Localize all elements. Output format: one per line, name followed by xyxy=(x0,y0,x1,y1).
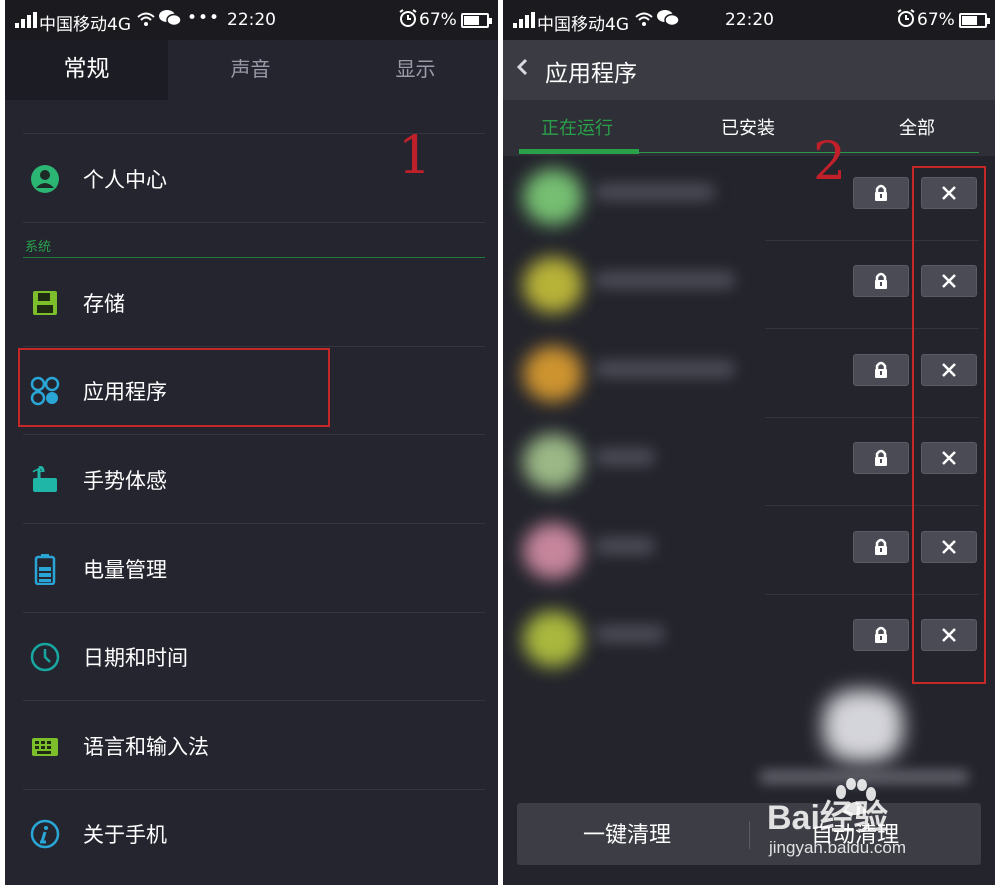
app-name xyxy=(595,625,665,643)
wechat-icon xyxy=(159,9,182,32)
carrier-label: 中国移动4G xyxy=(39,15,131,35)
status-time: 22:20 xyxy=(227,10,276,30)
app-name xyxy=(595,448,655,466)
tab-display[interactable]: 显示 xyxy=(333,40,498,100)
storage-icon xyxy=(33,291,57,315)
wifi-icon xyxy=(635,11,653,30)
app-icon xyxy=(523,257,583,313)
divider xyxy=(749,821,750,849)
app-icon xyxy=(523,523,583,579)
blurred-image xyxy=(823,690,903,762)
status-bar: 中国移动4G 22:20 67% xyxy=(503,0,995,40)
battery-icon xyxy=(461,13,492,28)
back-icon[interactable] xyxy=(515,54,535,84)
status-time: 22:20 xyxy=(725,10,774,30)
lock-button[interactable] xyxy=(853,265,909,297)
person-icon xyxy=(31,165,59,193)
lock-button[interactable] xyxy=(853,531,909,563)
app-tabs: 正在运行 已安装 全部 xyxy=(503,100,995,156)
info-icon xyxy=(30,819,60,849)
app-icon xyxy=(523,169,583,225)
tab-general[interactable]: 常规 xyxy=(5,40,168,100)
carrier-label: 中国移动4G xyxy=(537,15,629,35)
settings-item-gestures[interactable]: 手势体感 xyxy=(23,436,485,524)
gesture-icon xyxy=(32,466,57,492)
lock-button[interactable] xyxy=(853,442,909,474)
one-click-clean-button[interactable]: 一键清理 xyxy=(583,817,671,849)
battery-manage-icon xyxy=(34,554,56,585)
app-icon xyxy=(523,434,583,490)
lock-icon xyxy=(875,626,887,643)
app-name xyxy=(595,271,735,289)
app-name xyxy=(595,360,735,378)
lock-button[interactable] xyxy=(853,619,909,651)
lock-icon xyxy=(875,361,887,378)
lock-icon xyxy=(875,184,887,201)
battery-percent: 67% xyxy=(419,10,457,30)
settings-item-storage[interactable]: 存储 xyxy=(23,259,485,347)
settings-item-label: 日期和时间 xyxy=(83,646,188,670)
more-icon: ••• xyxy=(187,8,221,28)
section-label-system: 系统 xyxy=(25,240,52,255)
annotation-step: 1 xyxy=(398,126,432,186)
watermark-brand: Bai经验 xyxy=(767,799,888,837)
app-name xyxy=(595,537,655,555)
settings-item-label: 关于手机 xyxy=(83,823,167,847)
app-icon xyxy=(523,611,583,667)
alarm-icon xyxy=(897,9,915,32)
settings-tabs: 常规 声音 显示 xyxy=(5,40,498,100)
watermark: Bai经验 jingyan.baidu.com xyxy=(765,776,955,866)
page-title: 应用程序 xyxy=(545,61,637,87)
annotation-step: 2 xyxy=(813,132,847,192)
battery-percent: 67% xyxy=(917,10,955,30)
app-header: 应用程序 xyxy=(503,40,995,100)
settings-item-label: 存储 xyxy=(83,292,125,316)
tab-running[interactable]: 正在运行 xyxy=(541,114,613,140)
settings-item-label: 电量管理 xyxy=(83,558,167,582)
signal-icon xyxy=(15,12,37,28)
clock-icon xyxy=(30,642,60,672)
keyboard-icon xyxy=(32,738,58,756)
wifi-icon xyxy=(137,11,155,30)
app-icon xyxy=(523,346,583,402)
status-bar: 中国移动4G ••• 22:20 67% xyxy=(5,0,498,40)
settings-screen: 中国移动4G ••• 22:20 67% 常规 声音 显示 个人中心 系统 存储… xyxy=(5,0,498,885)
signal-icon xyxy=(513,12,535,28)
settings-item-about[interactable]: 关于手机 xyxy=(23,790,485,878)
wechat-icon xyxy=(657,9,680,32)
lock-button[interactable] xyxy=(853,177,909,209)
highlight-box xyxy=(912,166,986,684)
watermark-url: jingyan.baidu.com xyxy=(769,838,907,857)
settings-item-label: 语言和输入法 xyxy=(83,735,209,759)
tab-installed[interactable]: 已安装 xyxy=(721,114,775,140)
lock-icon xyxy=(875,538,887,555)
tab-sound[interactable]: 声音 xyxy=(169,40,332,100)
highlight-box xyxy=(18,348,330,427)
settings-item-label: 个人中心 xyxy=(83,168,167,192)
alarm-icon xyxy=(399,9,417,32)
lock-icon xyxy=(875,449,887,466)
tab-all[interactable]: 全部 xyxy=(899,114,935,140)
battery-icon xyxy=(959,13,990,28)
app-name xyxy=(595,183,715,201)
section-divider xyxy=(23,257,485,258)
settings-item-language[interactable]: 语言和输入法 xyxy=(23,702,485,790)
settings-item-label: 手势体感 xyxy=(83,469,167,493)
settings-item-date-time[interactable]: 日期和时间 xyxy=(23,613,485,701)
lock-button[interactable] xyxy=(853,354,909,386)
lock-icon xyxy=(875,272,887,289)
settings-item-battery[interactable]: 电量管理 xyxy=(23,525,485,613)
